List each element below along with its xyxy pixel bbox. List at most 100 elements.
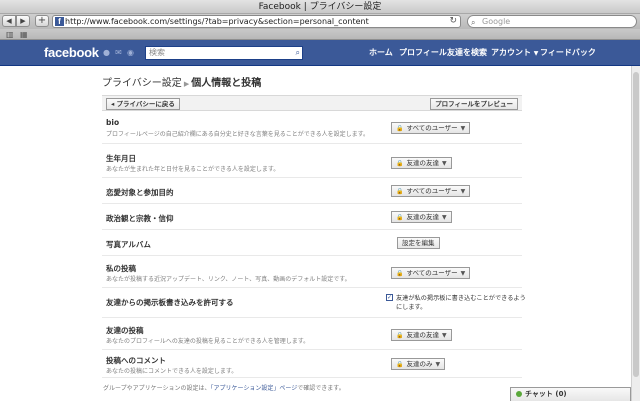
back-arrow-icon[interactable]: ◀ <box>2 15 16 27</box>
setting-row-allow-wall-posts: 友達からの掲示板書き込みを許可する ✓ 友達が私の掲示板に書き込むことができるよ… <box>102 288 526 318</box>
address-bar[interactable]: f http://www.facebook.com/settings/?tab=… <box>52 15 461 28</box>
search-icon: ⌕ <box>471 18 476 27</box>
setting-row-religion-politics: 政治観と宗教・信仰 🔒 友達の友達 ▼ <box>102 204 522 230</box>
scrollbar-thumb[interactable] <box>633 72 639 377</box>
facebook-logo[interactable]: facebook <box>44 45 99 60</box>
privacy-settings-panel: プライバシー設定 ▶ 個人情報と投稿 ◂ プライバシーに戻る プロフィールをプレビュ… <box>91 66 533 401</box>
audience-dropdown[interactable]: 🔒 すべてのユーザー ▼ <box>391 122 471 134</box>
setting-title: 恋愛対象と参加目的 <box>106 188 174 197</box>
facebook-favicon-icon: f <box>55 17 64 26</box>
book-icon[interactable]: ▥ <box>6 30 14 39</box>
setting-row-my-posts: 私の投稿 あなたが投稿する近況アップデート、リンク、ノート、写真、動画のデフォル… <box>102 256 522 288</box>
allow-wall-posts-checkbox[interactable]: ✓ <box>386 294 393 301</box>
footer-prefix: グループやアプリケーションの設定は、 <box>103 385 211 392</box>
setting-title: 私の投稿 <box>106 264 136 273</box>
setting-description: あなたの投稿にコメントできる人を設定します。 <box>106 368 238 375</box>
lock-icon: 🔒 <box>396 160 404 167</box>
setting-row-comments: 投稿へのコメント あなたの投稿にコメントできる人を設定します。 🔒 友達のみ ▼ <box>102 350 522 378</box>
setting-description: あなたが投稿する近況アップデート、リンク、ノート、写真、動画のデフォルト設定です… <box>106 276 351 283</box>
forward-arrow-icon[interactable]: ▶ <box>16 15 30 27</box>
setting-row-photo-albums: 写真アルバム 設定を編集 <box>102 230 522 256</box>
address-bar-url: http://www.facebook.com/settings/?tab=pr… <box>65 17 369 26</box>
audience-dropdown-value: すべてのユーザー <box>406 124 458 132</box>
nav-account[interactable]: アカウント ▼ <box>491 40 538 66</box>
google-search-input[interactable]: ⌕ Google <box>467 15 637 28</box>
setting-description: あなたのプロフィールへの友達の投稿を見ることができる人を管理します。 <box>106 338 310 345</box>
audience-dropdown[interactable]: 🔒 すべてのユーザー ▼ <box>391 185 471 197</box>
chevron-down-icon: ▼ <box>435 361 441 368</box>
audience-dropdown[interactable]: 🔒 すべてのユーザー ▼ <box>391 267 471 279</box>
setting-row-bio: bio プロフィールページの自己紹介欄にある自分史と好きな言葉を見ることができる… <box>102 112 522 144</box>
nav-profile[interactable]: プロフィール <box>399 40 447 66</box>
setting-description: プロフィールページの自己紹介欄にある自分史と好きな言葉を見ることができる人を設定… <box>106 131 370 138</box>
chevron-down-icon: ▼ <box>460 125 466 132</box>
bookmarks-bar: ▥ ▦ <box>0 29 640 40</box>
lock-icon: 🔒 <box>396 361 404 368</box>
setting-title: 友達からの掲示板書き込みを許可する <box>106 298 234 307</box>
online-status-icon <box>516 391 522 397</box>
lock-icon: 🔒 <box>396 332 404 339</box>
edit-settings-button[interactable]: 設定を編集 <box>397 237 440 249</box>
add-bookmark-button[interactable]: + <box>35 15 49 27</box>
chevron-down-icon: ▼ <box>460 270 466 277</box>
grid-icon[interactable]: ▦ <box>20 30 28 39</box>
friend-requests-icon[interactable]: ● <box>102 48 111 57</box>
nav-account-label: アカウント <box>491 48 531 57</box>
chevron-down-icon: ▼ <box>441 160 447 167</box>
setting-title: 友達の投稿 <box>106 326 144 335</box>
setting-row-interested-in: 恋愛対象と参加目的 🔒 すべてのユーザー ▼ <box>102 178 522 204</box>
chevron-down-icon: ▼ <box>533 50 539 57</box>
setting-title: 生年月日 <box>106 154 136 163</box>
back-to-privacy-button[interactable]: ◂ プライバシーに戻る <box>106 98 180 110</box>
footer-suffix: で確認できます。 <box>297 385 345 392</box>
setting-row-birthday: 生年月日 あなたが生まれた年と日付を見ることができる人を設定します。 🔒 友達の友… <box>102 144 522 178</box>
chat-label: チャット (0) <box>525 390 567 398</box>
breadcrumb-arrow-icon: ▶ <box>183 80 190 88</box>
setting-description: あなたが生まれた年と日付を見ることができる人を設定します。 <box>106 166 280 173</box>
audience-dropdown[interactable]: 🔒 友達の友達 ▼ <box>391 329 452 341</box>
audience-dropdown[interactable]: 🔒 友達の友達 ▼ <box>391 211 452 223</box>
browser-toolbar: ◀ ▶ + f http://www.facebook.com/settings… <box>0 14 640 29</box>
nav-home[interactable]: ホーム <box>369 40 393 66</box>
messages-icon[interactable]: ✉ <box>114 48 123 57</box>
breadcrumb-parent[interactable]: プライバシー設定 <box>102 78 182 89</box>
lock-icon: 🔒 <box>396 188 404 195</box>
audience-dropdown-value: 友達のみ <box>406 360 433 368</box>
notifications-icon[interactable]: ◉ <box>126 48 135 57</box>
audience-dropdown[interactable]: 🔒 友達のみ ▼ <box>391 358 446 370</box>
chat-tab[interactable]: チャット (0) <box>510 387 631 401</box>
audience-dropdown-value: 友達の友達 <box>406 159 439 167</box>
allow-wall-posts-label: 友達が私の掲示板に書き込むことができるようにします。 <box>396 295 526 311</box>
nav-feedback[interactable]: フィードバック <box>540 40 596 66</box>
audience-dropdown-value: すべてのユーザー <box>406 269 458 277</box>
audience-dropdown[interactable]: 🔒 友達の友達 ▼ <box>391 157 452 169</box>
setting-row-friends-posts: 友達の投稿 あなたのプロフィールへの友達の投稿を見ることができる人を管理します。… <box>102 318 522 350</box>
nav-find-friends[interactable]: 友達を検索 <box>447 40 487 66</box>
window-title: Facebook | プライバシー設定 <box>0 0 640 14</box>
setting-title: bio <box>106 118 120 127</box>
setting-title: 写真アルバム <box>106 240 151 249</box>
application-settings-link[interactable]: 「アプリケーション設定」ページ <box>211 385 298 392</box>
facebook-header: facebook ● ✉ ◉ 検索 ⌕ ホーム プロフィール 友達を検索 アカウ… <box>0 40 640 66</box>
setting-title: 政治観と宗教・信仰 <box>106 214 174 223</box>
chevron-down-icon: ▼ <box>441 332 447 339</box>
audience-dropdown-value: 友達の友達 <box>406 213 439 221</box>
chevron-left-icon: ◂ <box>111 100 115 108</box>
footer-note: グループやアプリケーションの設定は、「アプリケーション設定」ページで確認できます… <box>103 383 345 392</box>
lock-icon: 🔒 <box>396 125 404 132</box>
lock-icon: 🔒 <box>396 214 404 221</box>
audience-dropdown-value: 友達の友達 <box>406 331 439 339</box>
fb-search-placeholder: 検索 <box>149 48 165 57</box>
page-scrollbar[interactable] <box>631 66 640 401</box>
lock-icon: 🔒 <box>396 270 404 277</box>
settings-subbar: ◂ プライバシーに戻る プロフィールをプレビュー <box>102 95 522 111</box>
setting-title: 投稿へのコメント <box>106 356 166 365</box>
search-icon[interactable]: ⌕ <box>296 47 300 59</box>
breadcrumb: プライバシー設定 ▶ 個人情報と投稿 <box>102 74 261 89</box>
preview-profile-button[interactable]: プロフィールをプレビュー <box>430 98 518 110</box>
chevron-down-icon: ▼ <box>460 188 466 195</box>
back-to-privacy-label: プライバシーに戻る <box>116 100 175 108</box>
reload-icon[interactable]: ↻ <box>449 16 457 27</box>
audience-dropdown-value: すべてのユーザー <box>406 187 458 195</box>
fb-search-input[interactable]: 検索 ⌕ <box>145 46 303 60</box>
